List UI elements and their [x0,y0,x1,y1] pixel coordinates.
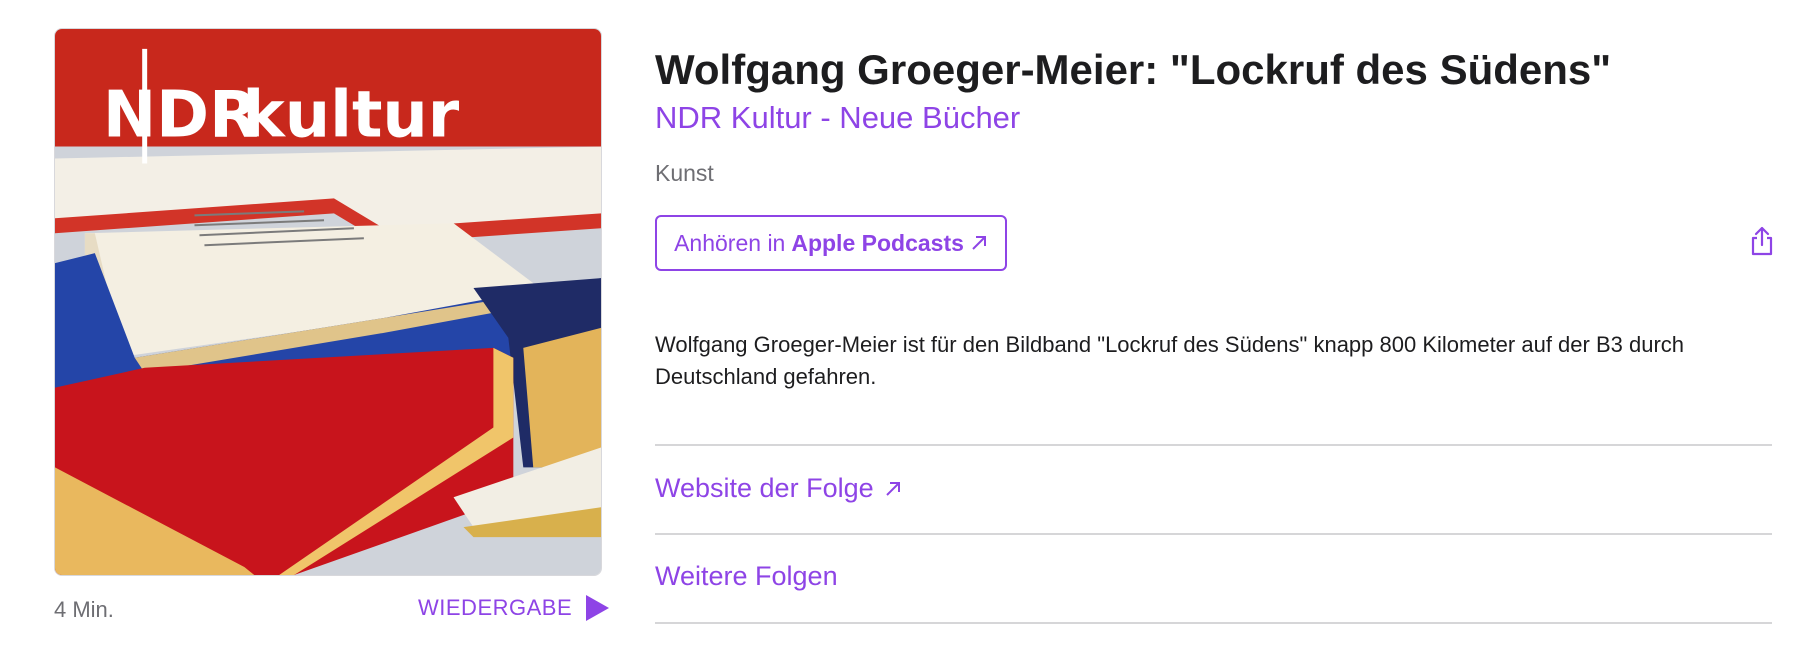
divider [655,444,1772,446]
episode-title: Wolfgang Groeger-Meier: "Lockruf des Süd… [655,46,1612,93]
divider [655,622,1772,624]
external-link-arrow-icon [885,481,900,496]
episode-website-label: Website der Folge [655,473,874,503]
listen-app-name: Apple Podcasts [791,229,964,256]
external-link-arrow-icon [972,236,986,250]
share-icon[interactable] [1750,226,1774,256]
podcast-artwork: NDR kultur [54,28,602,576]
listen-prefix: Anhören in [674,229,786,256]
episode-website-link[interactable]: Website der Folge [655,473,902,504]
episode-description: Wolfgang Groeger-Meier ist für den Bildb… [655,332,1685,389]
divider [655,533,1772,535]
show-link[interactable]: NDR Kultur - Neue Bücher [655,100,1020,136]
logo-text-ndr: NDR [103,79,258,153]
play-button[interactable]: WIEDERGABE [418,594,610,622]
listen-in-apple-podcasts-button[interactable]: Anhören in Apple Podcasts [655,215,1007,271]
category-label: Kunst [655,160,714,186]
play-label: WIEDERGABE [418,595,573,620]
more-episodes-link[interactable]: Weitere Folgen [655,561,838,592]
episode-duration: 4 Min. [54,597,114,622]
play-icon [586,595,610,621]
logo-text-kultur: kultur [242,79,459,153]
more-episodes-label: Weitere Folgen [655,561,838,591]
